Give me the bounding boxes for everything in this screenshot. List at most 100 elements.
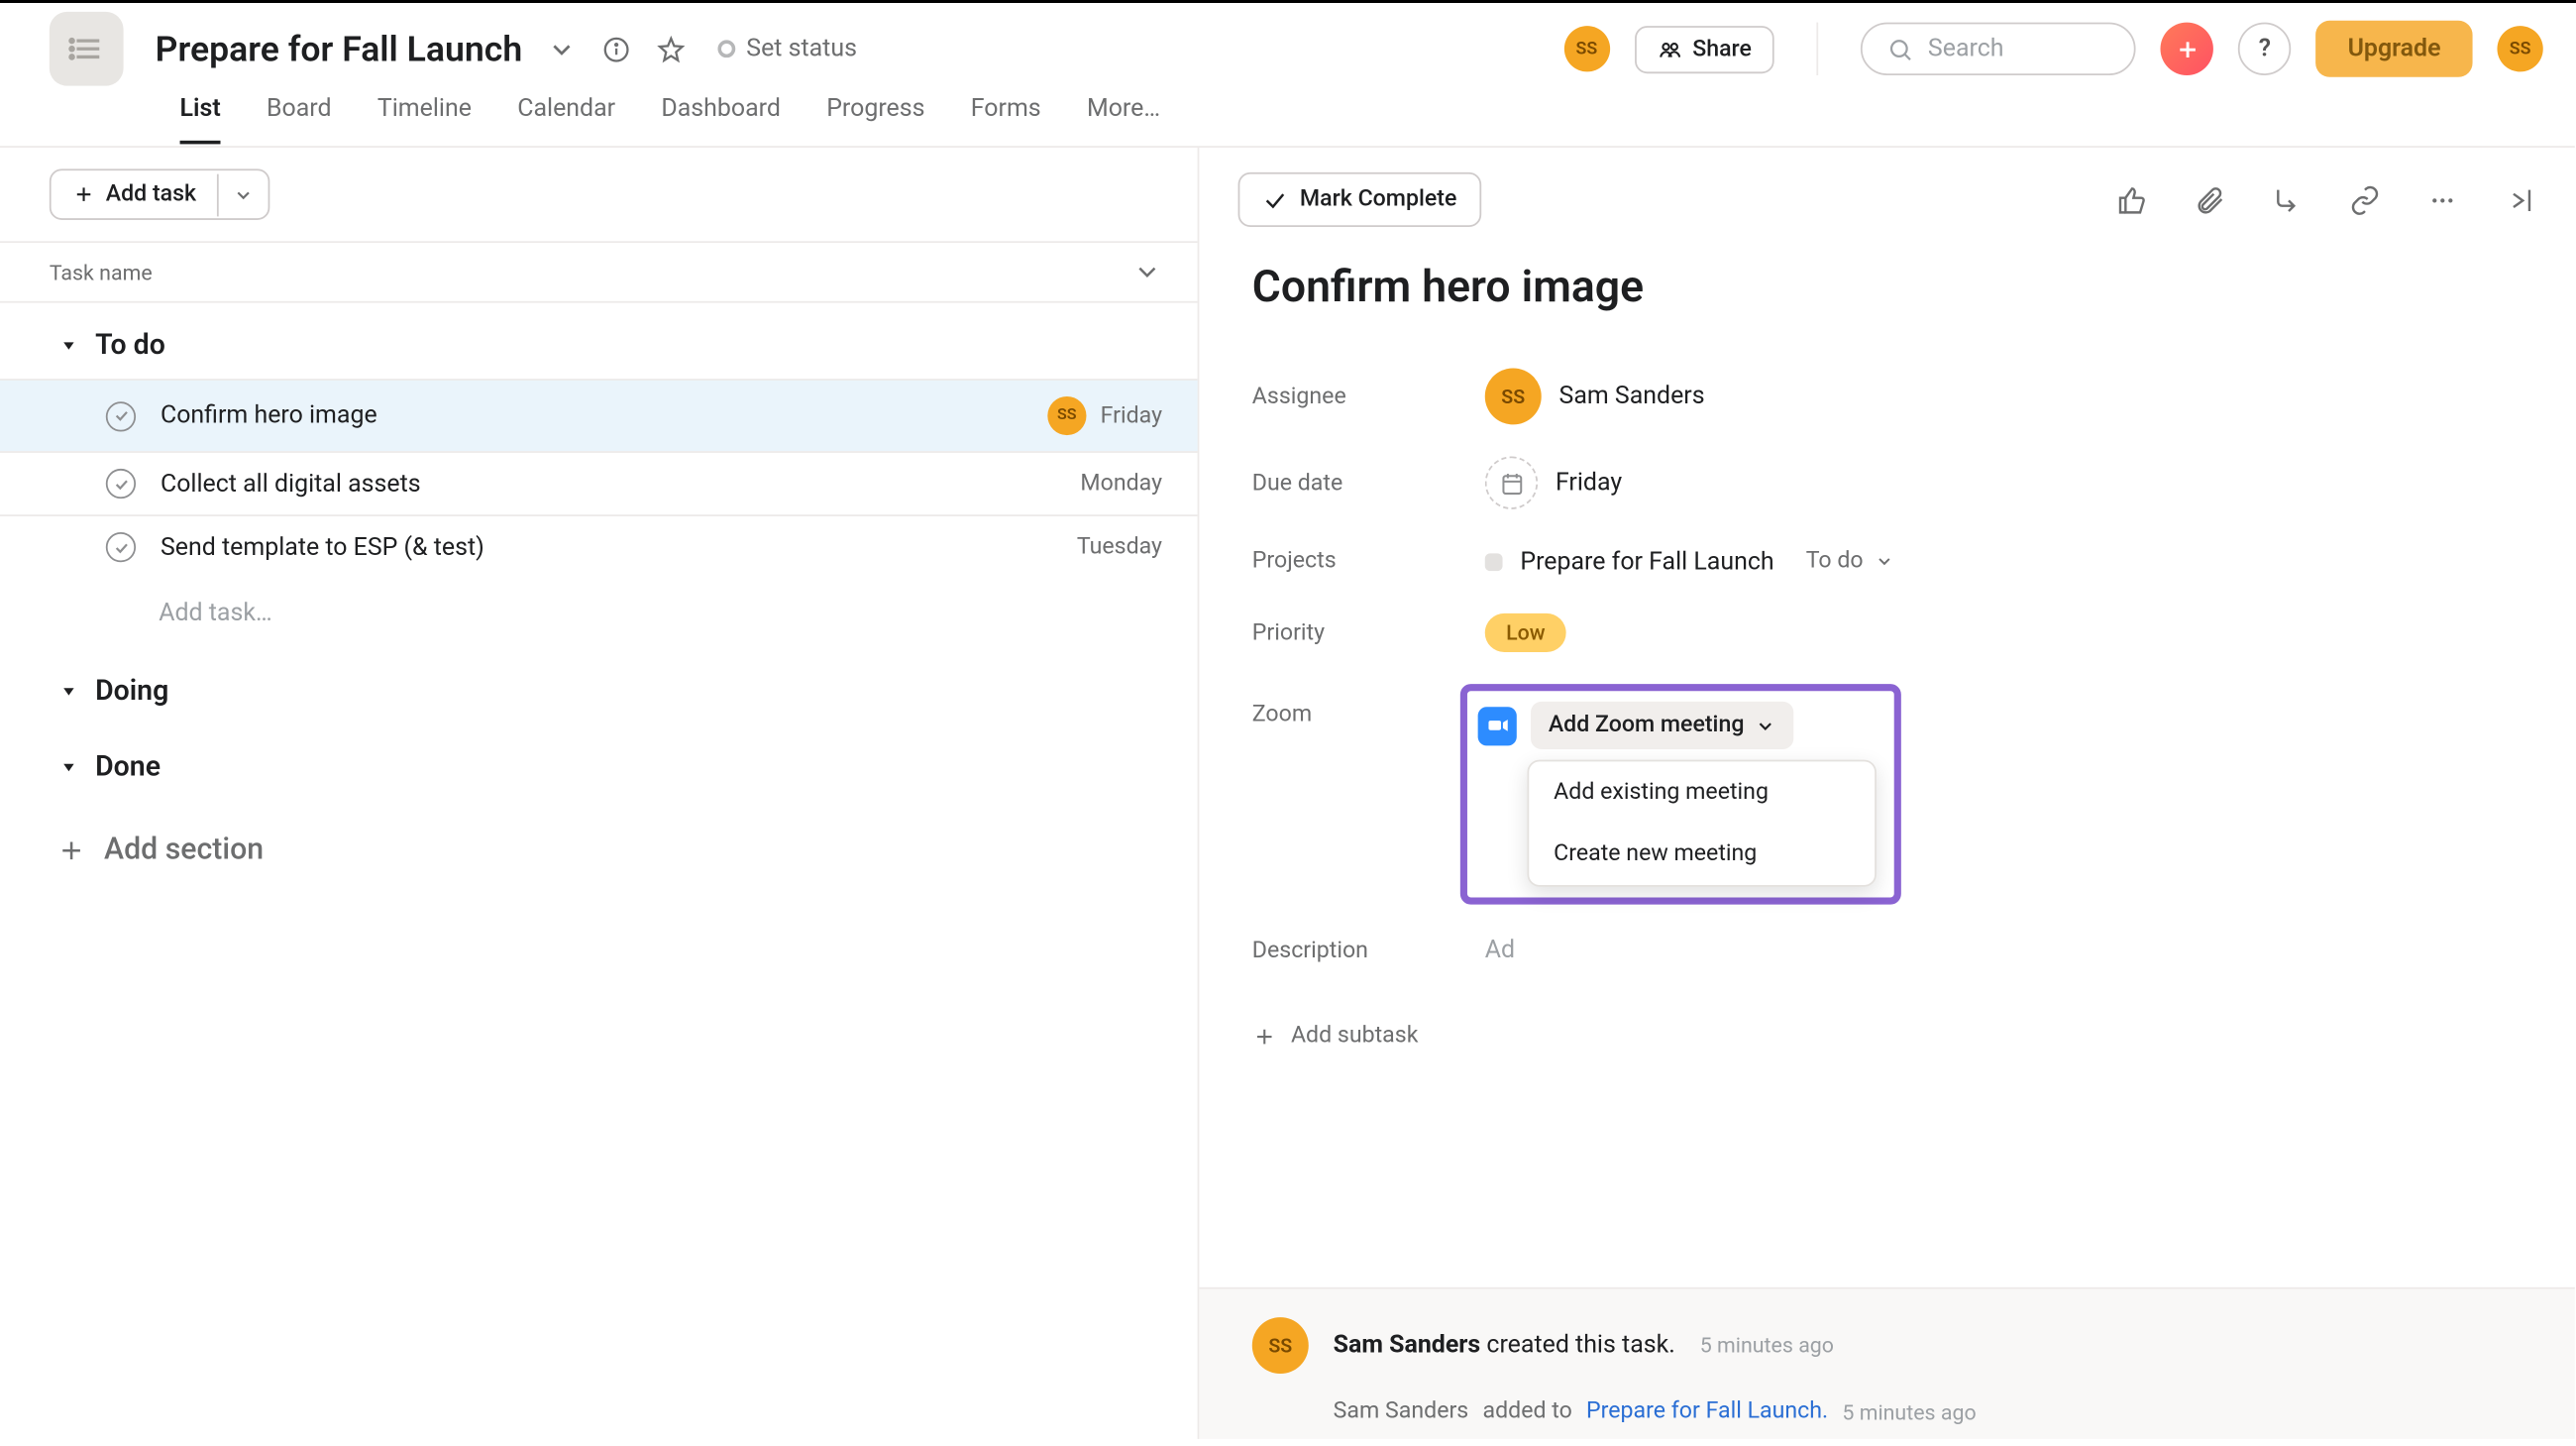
- task-row[interactable]: Send template to ESP (& test)Tuesday: [0, 514, 1198, 578]
- task-due: Friday: [1101, 402, 1162, 429]
- description-label: Description: [1252, 938, 1485, 964]
- chevron-down-icon[interactable]: [547, 34, 577, 63]
- assignee-name[interactable]: Sam Sanders: [1559, 383, 1705, 410]
- link-icon[interactable]: [2349, 183, 2381, 215]
- zoom-dropdown-menu: Add existing meeting Create new meeting: [1527, 760, 1876, 887]
- task-row[interactable]: Collect all digital assetsMonday: [0, 451, 1198, 514]
- chevron-down-icon: [1874, 552, 1893, 572]
- set-status-label: Set status: [746, 35, 857, 62]
- add-zoom-meeting-button[interactable]: Add Zoom meeting: [1531, 702, 1793, 749]
- status-dot-icon: [718, 40, 736, 57]
- add-subtask-label: Add subtask: [1291, 1023, 1418, 1050]
- assignee-avatar[interactable]: SS: [1485, 368, 1542, 424]
- assignee-label: Assignee: [1252, 384, 1485, 410]
- zoom-label: Zoom: [1252, 684, 1485, 728]
- tab-forms[interactable]: Forms: [971, 95, 1041, 141]
- due-date-label: Due date: [1252, 470, 1485, 497]
- zoom-button-label: Add Zoom meeting: [1549, 713, 1745, 739]
- search-icon: [1887, 36, 1914, 62]
- attachment-icon[interactable]: [2194, 183, 2225, 215]
- set-status[interactable]: Set status: [718, 35, 857, 62]
- activity-avatar[interactable]: SS: [1252, 1317, 1309, 1374]
- add-task-caret[interactable]: [217, 173, 268, 216]
- project-title[interactable]: Prepare for Fall Launch: [156, 28, 523, 70]
- complete-check-icon[interactable]: [106, 532, 136, 562]
- activity-added-time: 5 minutes ago: [1842, 1399, 1976, 1424]
- complete-check-icon[interactable]: [106, 469, 136, 499]
- complete-check-icon[interactable]: [106, 400, 136, 430]
- activity-created-text: created this task.: [1486, 1331, 1674, 1359]
- task-title: Collect all digital assets: [161, 470, 1080, 498]
- tab-calendar[interactable]: Calendar: [517, 95, 615, 141]
- add-task-button[interactable]: Add task: [50, 168, 270, 220]
- activity-added-text: added to: [1483, 1398, 1572, 1425]
- activity-added-by: Sam Sanders: [1334, 1398, 1469, 1425]
- tab-board[interactable]: Board: [267, 95, 332, 141]
- tab-progress[interactable]: Progress: [826, 95, 924, 141]
- project-section-label: To do: [1806, 548, 1864, 575]
- task-row[interactable]: Confirm hero imageSSFriday: [0, 379, 1198, 451]
- caret-icon: [60, 681, 78, 699]
- description-field[interactable]: Ad: [1485, 937, 1515, 964]
- zoom-menu-create-new[interactable]: Create new meeting: [1529, 824, 1875, 885]
- task-title[interactable]: Confirm hero image: [1252, 263, 2522, 314]
- search-placeholder: Search: [1928, 35, 2004, 62]
- more-icon[interactable]: [2426, 183, 2458, 215]
- check-icon: [1262, 187, 1287, 212]
- member-avatar[interactable]: SS: [1563, 26, 1609, 71]
- chevron-down-icon: [1755, 715, 1775, 735]
- activity-creator: Sam Sanders: [1334, 1331, 1481, 1359]
- tab-timeline[interactable]: Timeline: [377, 95, 472, 141]
- caret-icon: [60, 757, 78, 775]
- section-done[interactable]: Done: [0, 724, 1198, 801]
- project-icon[interactable]: [50, 12, 124, 86]
- help-button[interactable]: ?: [2238, 23, 2291, 75]
- zoom-highlight-box: Add Zoom meeting Add existing meeting Cr…: [1460, 684, 1901, 904]
- add-task-inline[interactable]: Add task…: [0, 578, 1198, 648]
- share-label: Share: [1692, 36, 1752, 62]
- zoom-icon: [1478, 706, 1517, 744]
- projects-label: Projects: [1252, 548, 1485, 575]
- subtask-icon[interactable]: [2272, 183, 2304, 215]
- activity-created-time: 5 minutes ago: [1700, 1333, 1834, 1358]
- add-task-label: Add task: [106, 181, 196, 208]
- tab-more[interactable]: More…: [1087, 95, 1160, 141]
- add-section-label: Add section: [104, 833, 264, 868]
- project-color-icon: [1485, 552, 1503, 570]
- calendar-icon[interactable]: [1485, 456, 1538, 508]
- task-assignee-avatar[interactable]: SS: [1047, 396, 1086, 435]
- caret-icon: [60, 336, 78, 354]
- user-avatar[interactable]: SS: [2497, 26, 2542, 71]
- task-due: Tuesday: [1077, 534, 1162, 561]
- like-icon[interactable]: [2116, 183, 2148, 215]
- plus-icon: [56, 834, 86, 864]
- section-doing[interactable]: Doing: [0, 648, 1198, 724]
- project-section-token[interactable]: To do: [1791, 541, 1907, 582]
- add-section-button[interactable]: Add section: [0, 801, 1198, 868]
- mark-complete-label: Mark Complete: [1300, 186, 1457, 213]
- priority-label: Priority: [1252, 619, 1485, 646]
- upgrade-button[interactable]: Upgrade: [2316, 21, 2473, 77]
- task-due: Monday: [1080, 471, 1162, 498]
- project-tabs: List Board Timeline Calendar Dashboard Progre…: [0, 80, 2575, 148]
- search-input[interactable]: Search: [1861, 23, 2136, 75]
- mark-complete-button[interactable]: Mark Complete: [1238, 172, 1482, 227]
- priority-badge[interactable]: Low: [1485, 613, 1566, 652]
- due-date-value[interactable]: Friday: [1556, 469, 1622, 497]
- chevron-down-icon[interactable]: [1132, 257, 1162, 286]
- zoom-menu-add-existing[interactable]: Add existing meeting: [1529, 761, 1875, 823]
- star-icon[interactable]: [656, 34, 686, 63]
- tab-dashboard[interactable]: Dashboard: [661, 95, 781, 141]
- omni-add-button[interactable]: [2161, 23, 2213, 75]
- tab-list[interactable]: List: [180, 95, 221, 145]
- info-icon[interactable]: [601, 34, 631, 63]
- plus-icon: [72, 183, 95, 206]
- add-subtask-button[interactable]: Add subtask: [1252, 980, 2522, 1049]
- activity-project-link[interactable]: Prepare for Fall Launch.: [1586, 1398, 1828, 1425]
- column-task-name: Task name: [50, 260, 153, 284]
- close-panel-icon[interactable]: [2505, 183, 2536, 215]
- section-to-do[interactable]: To do: [0, 303, 1198, 380]
- project-name[interactable]: Prepare for Fall Launch: [1520, 547, 1773, 575]
- task-title: Send template to ESP (& test): [161, 533, 1077, 561]
- share-button[interactable]: Share: [1634, 25, 1774, 72]
